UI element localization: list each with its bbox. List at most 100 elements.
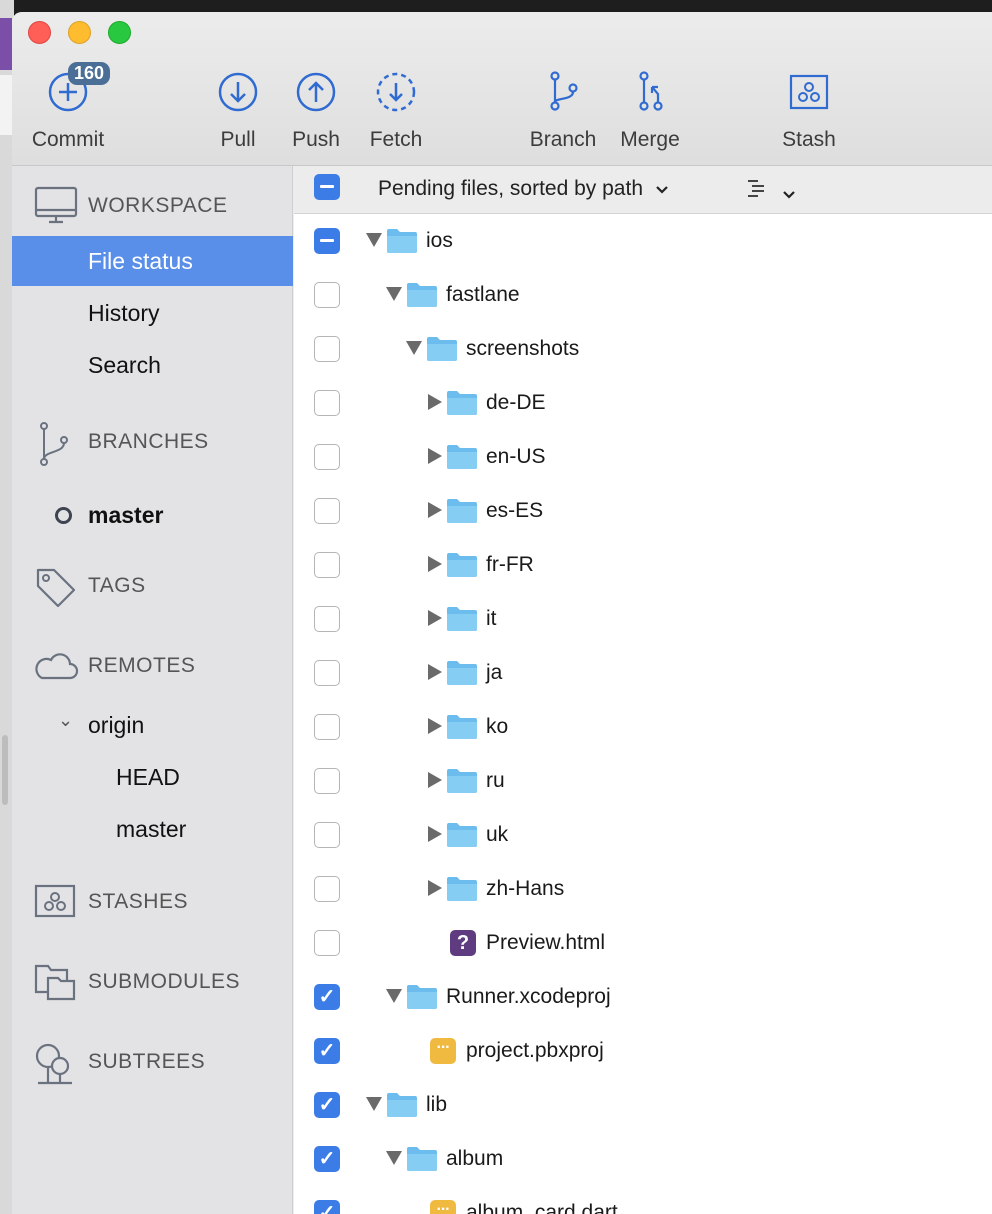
file-checkbox[interactable]: [314, 552, 340, 578]
list-tree-icon: [748, 180, 764, 197]
remotes-section[interactable]: REMOTES: [12, 640, 293, 690]
disclosure-expanded-icon[interactable]: [366, 1097, 382, 1111]
file-checkbox[interactable]: [314, 876, 340, 902]
disclosure-collapsed-icon[interactable]: [428, 826, 442, 842]
disclosure-expanded-icon[interactable]: [386, 287, 402, 301]
stash-button[interactable]: Stash: [776, 68, 842, 152]
file-row[interactable]: ✓ ··· project.pbxproj: [294, 1024, 992, 1078]
file-row[interactable]: en-US: [294, 430, 992, 484]
file-checkbox[interactable]: [314, 606, 340, 632]
file-row[interactable]: es-ES: [294, 484, 992, 538]
background-scrollbar: [2, 735, 8, 805]
file-checkbox[interactable]: [314, 822, 340, 848]
file-checkbox[interactable]: [314, 660, 340, 686]
file-row[interactable]: ✓ ··· album_card.dart: [294, 1186, 992, 1214]
file-checkbox[interactable]: [314, 228, 340, 254]
file-row[interactable]: ja: [294, 646, 992, 700]
close-window-button[interactable]: [28, 21, 51, 44]
file-name: uk: [486, 823, 509, 846]
disclosure-expanded-icon[interactable]: [386, 1151, 402, 1165]
file-row[interactable]: fr-FR: [294, 538, 992, 592]
file-row[interactable]: ✓ album: [294, 1132, 992, 1186]
folder-icon: [446, 444, 478, 470]
file-row[interactable]: ? Preview.html: [294, 916, 992, 970]
file-row[interactable]: ru: [294, 754, 992, 808]
file-checkbox[interactable]: ✓: [314, 1038, 340, 1064]
file-checkbox[interactable]: [314, 768, 340, 794]
stashes-section[interactable]: STASHES: [12, 876, 293, 926]
disclosure-collapsed-icon[interactable]: [428, 394, 442, 410]
select-all-checkbox[interactable]: [314, 174, 340, 200]
disclosure-collapsed-icon[interactable]: [428, 664, 442, 680]
sidebar-item-file-status[interactable]: File status: [12, 236, 293, 286]
pull-button[interactable]: Pull: [208, 68, 268, 152]
sidebar-item-branch-master[interactable]: master: [12, 490, 293, 540]
disclosure-collapsed-icon[interactable]: [428, 556, 442, 572]
disclosure-expanded-icon[interactable]: [386, 989, 402, 1003]
background-accent: [0, 18, 12, 70]
push-label: Push: [292, 128, 340, 151]
disclosure-expanded-icon[interactable]: [406, 341, 422, 355]
submodule-icon: [34, 962, 80, 1002]
file-checkbox[interactable]: [314, 930, 340, 956]
sidebar-item-remote-master[interactable]: master: [12, 804, 293, 854]
file-checkbox[interactable]: ✓: [314, 1092, 340, 1118]
disclosure-collapsed-icon[interactable]: [428, 610, 442, 626]
submodules-title: SUBMODULES: [88, 970, 241, 993]
file-checkbox[interactable]: [314, 714, 340, 740]
disclosure-collapsed-icon[interactable]: [428, 880, 442, 896]
sidebar-item-remote-head[interactable]: HEAD: [12, 752, 293, 802]
disclosure-collapsed-icon[interactable]: [428, 448, 442, 464]
file-row[interactable]: ios: [294, 214, 992, 268]
file-checkbox[interactable]: [314, 390, 340, 416]
disclosure-collapsed-icon[interactable]: [428, 718, 442, 734]
file-row[interactable]: uk: [294, 808, 992, 862]
file-checkbox[interactable]: [314, 498, 340, 524]
file-row[interactable]: screenshots: [294, 322, 992, 376]
disclosure-expanded-icon[interactable]: [366, 233, 382, 247]
sort-menu[interactable]: Pending files, sorted by path: [378, 177, 669, 201]
stashes-title: STASHES: [88, 890, 188, 913]
zoom-window-button[interactable]: [108, 21, 131, 44]
fetch-button[interactable]: Fetch: [362, 68, 430, 152]
commit-button[interactable]: 160 Commit: [26, 62, 111, 152]
file-name: ru: [486, 769, 505, 792]
file-checkbox[interactable]: [314, 282, 340, 308]
file-name: screenshots: [466, 337, 580, 360]
workspace-section[interactable]: WORKSPACE: [12, 180, 293, 230]
file-checkbox[interactable]: [314, 444, 340, 470]
push-button[interactable]: Push: [286, 68, 346, 152]
sidebar-item-history[interactable]: History: [12, 288, 293, 338]
disclosure-collapsed-icon[interactable]: [428, 502, 442, 518]
minimize-window-button[interactable]: [68, 21, 91, 44]
file-checkbox[interactable]: ✓: [314, 1200, 340, 1214]
sidebar-item-label: File status: [88, 248, 193, 274]
file-name: fastlane: [446, 283, 520, 306]
file-row[interactable]: ✓ lib: [294, 1078, 992, 1132]
file-checkbox[interactable]: ✓: [314, 1146, 340, 1172]
tags-section[interactable]: TAGS: [12, 560, 293, 610]
subtrees-section[interactable]: SUBTREES: [12, 1036, 293, 1086]
file-row[interactable]: it: [294, 592, 992, 646]
sidebar-item-label: origin: [88, 712, 145, 738]
file-checkbox[interactable]: ✓: [314, 984, 340, 1010]
merge-button[interactable]: Merge: [614, 68, 686, 152]
file-row[interactable]: de-DE: [294, 376, 992, 430]
file-row[interactable]: fastlane: [294, 268, 992, 322]
sidebar-item-search[interactable]: Search: [12, 340, 293, 390]
folder-icon: [446, 876, 478, 902]
submodules-section[interactable]: SUBMODULES: [12, 956, 293, 1006]
modified-file-icon: ···: [430, 1038, 456, 1064]
file-checkbox[interactable]: [314, 336, 340, 362]
sidebar-item-remote-origin[interactable]: ⌄ origin: [12, 700, 293, 750]
file-name: project.pbxproj: [466, 1039, 604, 1062]
fetch-icon: [374, 68, 418, 112]
view-options-button[interactable]: [746, 178, 796, 205]
file-row[interactable]: ko: [294, 700, 992, 754]
branch-button[interactable]: Branch: [524, 68, 602, 152]
branches-section[interactable]: BRANCHES: [12, 416, 293, 466]
file-name: lib: [426, 1093, 448, 1116]
file-row[interactable]: ✓ Runner.xcodeproj: [294, 970, 992, 1024]
disclosure-collapsed-icon[interactable]: [428, 772, 442, 788]
file-row[interactable]: zh-Hans: [294, 862, 992, 916]
